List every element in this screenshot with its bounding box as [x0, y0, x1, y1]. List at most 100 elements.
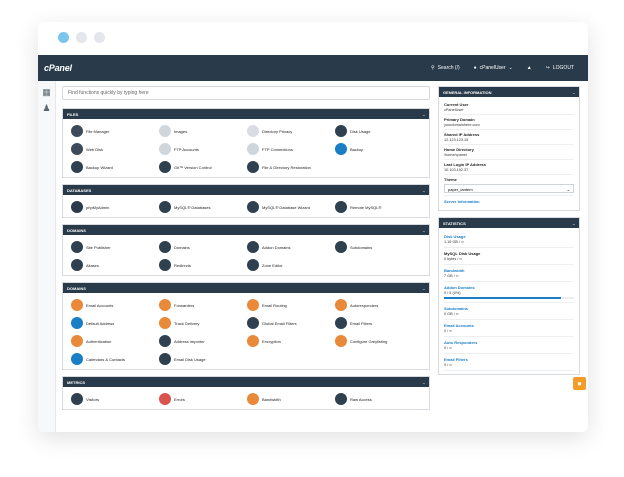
publisher-icon — [71, 241, 83, 253]
tool-item[interactable]: Disk Usage — [335, 123, 423, 139]
tool-item[interactable]: Default Address — [71, 315, 159, 331]
tool-item[interactable]: Remote MySQL® — [335, 199, 423, 215]
tool-item[interactable]: Global Email Filters — [247, 315, 335, 331]
dns-icon — [247, 259, 259, 271]
tool-item[interactable]: Raw Access — [335, 391, 423, 407]
tool-item[interactable]: Zone Editor — [247, 257, 335, 273]
stat-label[interactable]: Auto Responders — [444, 340, 574, 345]
collapse-icon[interactable]: – — [573, 90, 575, 95]
stat-value: 0 GB / ∞ — [444, 312, 459, 316]
greylisting-icon — [335, 335, 347, 347]
tool-label: phpMyAdmin — [86, 204, 110, 210]
minimize-dot[interactable] — [76, 32, 87, 43]
tool-item[interactable]: Redirects — [159, 257, 247, 273]
notifications-bell[interactable]: ▲ — [527, 65, 532, 71]
tool-item[interactable]: Autoresponders — [335, 297, 423, 313]
stat-value: 0 / ∞ — [444, 346, 452, 350]
maximize-dot[interactable] — [94, 32, 105, 43]
tool-item[interactable]: Addon Domains — [247, 239, 335, 255]
lightbulb-icon: ● — [577, 379, 582, 388]
tool-item[interactable]: File & Directory Restoration — [247, 159, 335, 175]
users-icon[interactable]: ♟ — [42, 103, 52, 113]
restore-icon — [247, 161, 259, 173]
mysql-wizard-icon — [247, 201, 259, 213]
filter-icon — [247, 317, 259, 329]
user-menu[interactable]: ● cPanelUser ⌄ — [474, 65, 513, 71]
tool-item[interactable]: Configure Greylisting — [335, 333, 423, 349]
tool-item[interactable]: MySQL® Database Wizard — [247, 199, 335, 215]
chevron-down-icon: ⌄ — [566, 187, 570, 192]
tool-item[interactable]: Visitors — [71, 391, 159, 407]
stat-label[interactable]: Email Filters — [444, 357, 574, 362]
panel-body: Visitors Errors Bandwidth Raw Access — [63, 387, 429, 409]
tool-label: Aliases — [86, 262, 99, 268]
tool-item[interactable]: Aliases — [71, 257, 159, 273]
tool-label: MySQL® Databases — [174, 204, 211, 210]
tool-item[interactable]: phpMyAdmin — [71, 199, 159, 215]
stat-label[interactable]: Subdomains — [444, 306, 574, 311]
tool-label: MySQL® Database Wizard — [262, 204, 311, 210]
panel-domains: DOMAINS – Site Publisher Domains Addon Domai… — [62, 224, 430, 276]
stat-row: Addon Domains 0 / 5 (0%) — [444, 282, 574, 303]
panel-body: Site Publisher Domains Addon Domains Subdom… — [63, 235, 429, 275]
autoresponder-icon — [335, 299, 347, 311]
tool-item[interactable]: Domains — [159, 239, 247, 255]
tool-label: Track Delivery — [174, 320, 200, 326]
stat-label[interactable]: Disk Usage — [444, 234, 574, 239]
tool-item[interactable]: Calendars & Contacts — [71, 351, 159, 367]
tool-item[interactable]: Email Disk Usage — [159, 351, 247, 367]
logout-button[interactable]: ↪ LOGOUT — [546, 65, 574, 71]
collapse-icon[interactable]: – — [423, 112, 425, 117]
mysql-icon — [159, 201, 171, 213]
tool-label: Email Accounts — [86, 302, 114, 308]
grid-icon[interactable]: ▦ — [42, 87, 52, 97]
search-shortcut[interactable]: ⚲ Search (/) — [431, 65, 460, 71]
wizard-icon — [71, 161, 83, 173]
collapse-icon[interactable]: – — [423, 188, 425, 193]
tool-item[interactable]: Site Publisher — [71, 239, 159, 255]
theme-select[interactable]: paper_lantern ⌄ — [444, 184, 574, 193]
feedback-button[interactable]: ● — [573, 377, 586, 390]
tool-item[interactable]: Track Delivery — [159, 315, 247, 331]
stat-label[interactable]: Bandwidth — [444, 268, 574, 273]
tool-item[interactable]: MySQL® Databases — [159, 199, 247, 215]
tool-item[interactable]: Subdomains — [335, 239, 423, 255]
tool-item[interactable]: FTP Accounts — [159, 141, 247, 157]
logout-icon: ↪ — [545, 65, 550, 71]
tool-item[interactable]: Errors — [159, 391, 247, 407]
search-input[interactable]: Find functions quickly by typing here — [62, 86, 430, 100]
server-information-link[interactable]: Server Information — [444, 196, 574, 207]
tool-item[interactable]: Directory Privacy — [247, 123, 335, 139]
tool-item[interactable]: Bandwidth — [247, 391, 335, 407]
tool-item[interactable]: Email Routing — [247, 297, 335, 313]
general-information-header: GENERAL INFORMATION – — [439, 87, 579, 97]
tool-item[interactable]: File Manager — [71, 123, 159, 139]
cpanel-logo[interactable]: cPanel — [44, 63, 72, 73]
stat-row: Disk Usage 1.16 GB / ∞ — [444, 231, 574, 248]
collapse-icon[interactable]: – — [423, 286, 425, 291]
tool-label: Images — [174, 128, 188, 134]
tool-item[interactable]: Authentication — [71, 333, 159, 349]
tool-item[interactable]: Web Disk — [71, 141, 159, 157]
tool-item[interactable]: Encryption — [247, 333, 335, 349]
stat-label[interactable]: Email Accounts — [444, 323, 574, 328]
tool-item[interactable]: Images — [159, 123, 247, 139]
stat-label[interactable]: Addon Domains — [444, 285, 574, 290]
stat-row: Subdomains 0 GB / ∞ — [444, 303, 574, 320]
close-dot[interactable] — [58, 32, 69, 43]
tool-item[interactable]: Email Accounts — [71, 297, 159, 313]
tool-item[interactable]: Backup — [335, 141, 423, 157]
collapse-icon[interactable]: – — [423, 228, 425, 233]
tool-label: Global Email Filters — [262, 320, 297, 326]
chevron-down-icon: ⌄ — [508, 65, 513, 71]
tool-label: Addon Domains — [262, 244, 291, 250]
tool-item[interactable]: Backup Wizard — [71, 159, 159, 175]
tool-item[interactable]: Address Importer — [159, 333, 247, 349]
tool-item[interactable]: Git™ Version Control — [159, 159, 247, 175]
collapse-icon[interactable]: – — [573, 221, 575, 226]
tool-item[interactable]: Forwarders — [159, 297, 247, 313]
folder-lock-icon — [247, 125, 259, 137]
tool-item[interactable]: Email Filters — [335, 315, 423, 331]
collapse-icon[interactable]: – — [423, 380, 425, 385]
tool-item[interactable]: FTP Connections — [247, 141, 335, 157]
